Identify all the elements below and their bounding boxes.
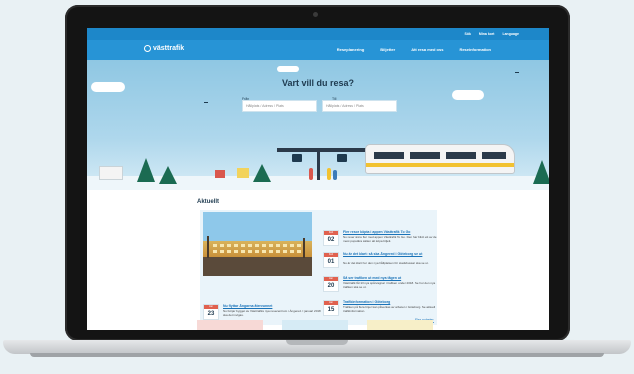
to-field[interactable]: Hållplats / Adress / Plats [322,100,397,112]
station-sign [337,154,347,162]
feature-news-title[interactable]: Nu flyttar Ängarna återvunnet [223,304,323,308]
news-day: 15 [327,307,335,313]
news-title[interactable]: Nu är det klart: så ska Ängered i Götebo… [343,252,443,256]
feature-news-text: Nu börjar bygget av Västtrafiks nya rese… [223,309,321,317]
bird-illustration [204,102,208,103]
nav-att-resa[interactable]: Att resa med oss [411,47,443,52]
language-link[interactable]: Language [502,32,519,36]
nav-reseinformation[interactable]: Reseinformation [459,47,491,52]
train-window [482,152,506,159]
laptop-foot [30,353,604,357]
train-window [410,152,440,159]
news-date: Jan 15 [323,300,339,316]
train-illustration [365,144,515,174]
news-day: 02 [327,237,335,243]
news-text: Trafiken på flera linjer kan påverkas av… [343,305,436,313]
main-navigation: västtrafik Reseplanering Biljetter Att r… [87,40,549,60]
news-section: Aktuellt Jan 23 Nu flyttar Ängarna återv… [87,190,549,330]
footer-teaser [367,320,433,330]
search-heading: Vart vill du resa? [281,78,355,88]
search-link[interactable]: Sök [464,32,470,36]
house-illustration [215,170,225,178]
train-window [374,152,404,159]
logo-text: västtrafik [153,45,185,52]
feature-day: 23 [207,311,215,317]
traveler-illustration [327,168,331,180]
news-title[interactable]: Fler resor köpta i appen Västtrafik To G… [343,230,443,234]
news-date: Feb 01 [323,252,339,268]
logo-icon [144,45,151,52]
palm-illustration [303,238,305,258]
nav-links: Reseplanering Biljetter Att resa med oss… [337,47,491,52]
train-window [446,152,476,159]
from-field[interactable]: Hållplats / Adress / Plats [242,100,317,112]
news-day: 01 [327,259,335,265]
bird-illustration [515,72,519,73]
hero-banner: Vart vill du resa? Från Till Hållplats /… [87,60,549,190]
footer-teaser [282,320,348,330]
news-date: Jan 20 [323,276,339,292]
station-sign [292,154,302,162]
news-title[interactable]: Trafikinformation i Göteborg [343,300,443,304]
building-windows [213,250,303,253]
feature-date: Jan 23 [203,304,219,320]
tree-illustration [253,164,271,182]
building-windows [213,244,303,247]
laptop-screen: Sök Mina kort Language västtrafik Resepl… [87,28,549,330]
news-title[interactable]: Så ser trafiken ut med nya tågen ut [343,276,443,280]
station-pole [317,152,320,180]
news-heading: Aktuellt [197,199,220,205]
house-illustration [237,168,249,178]
traveler-illustration [333,170,337,180]
nav-biljetter[interactable]: Biljetter [380,47,395,52]
nav-reseplanering[interactable]: Reseplanering [337,47,365,52]
laptop-base [3,340,631,354]
utility-bar: Sök Mina kort Language [87,28,549,40]
webcam-icon [313,12,318,17]
feature-news-image[interactable] [203,212,312,276]
news-text: Västtrafik får till nya spårvagnar i tra… [343,281,436,289]
cloud-illustration [277,66,299,72]
tree-illustration [533,160,549,184]
tree-illustration [159,166,177,184]
news-date: Feb 02 [323,230,339,246]
footer-teaser [197,320,263,330]
my-cards-link[interactable]: Mina kort [479,32,495,36]
station-roof [277,148,367,152]
palm-illustration [207,236,209,258]
news-day: 20 [327,283,335,289]
vasttrafik-logo[interactable]: västtrafik [144,45,184,52]
house-illustration [99,166,123,180]
news-text: Nu är det klart hur den nya hållplatsen … [343,261,429,265]
traveler-illustration [309,168,313,180]
tree-illustration [137,158,155,182]
news-text: Nu reser ännu fler med appen Västtrafik … [343,235,437,243]
cloud-illustration [452,90,484,100]
laptop-notch [286,340,348,345]
train-stripe [366,163,514,167]
